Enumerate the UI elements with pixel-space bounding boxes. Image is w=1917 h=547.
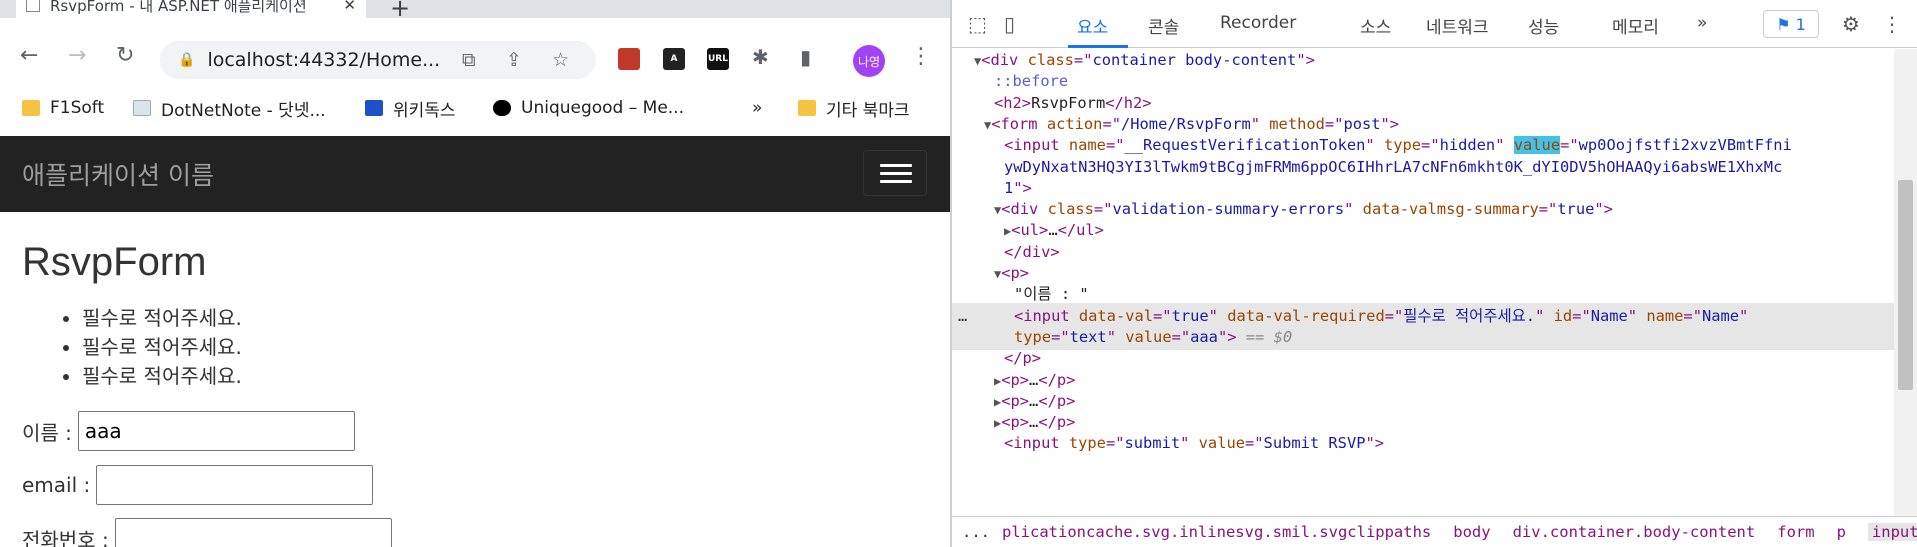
bookmark-f1soft[interactable]: F1Soft: [22, 98, 104, 118]
active-tab-indicator: [1068, 45, 1128, 48]
bookmarks-bar: F1Soft DotNetNote - 닷넷... 위키독스 Uniquegoo…: [0, 90, 950, 126]
bookmark-label: 기타 북마크: [826, 100, 910, 121]
reload-icon[interactable]: ↻: [116, 43, 134, 68]
side-panel-icon[interactable]: ▮: [800, 45, 811, 69]
phone-label: 전화번호 :: [22, 527, 109, 547]
more-tabs-chevron-icon[interactable]: »: [1697, 13, 1707, 33]
browser-window: RsvpForm - 내 ASP.NET 애플리케이션 ✕ + ← → ↻ 🔒 …: [0, 0, 950, 547]
extension-a-icon[interactable]: A: [663, 48, 685, 70]
web-page: 애플리케이션 이름 RsvpForm 필수로 적어주세요. 필수로 적어주세요.…: [0, 136, 950, 547]
issues-flag-icon: ⚑: [1776, 14, 1796, 34]
bookmark-label: Uniquegood – Me...: [521, 98, 684, 118]
elements-scrollbar[interactable]: [1894, 49, 1917, 516]
validation-summary: 필수로 적어주세요. 필수로 적어주세요. 필수로 적어주세요.: [60, 304, 242, 391]
phone-row: 전화번호 :: [22, 518, 392, 547]
phone-input[interactable]: [114, 518, 392, 547]
breadcrumb-item[interactable]: p: [1837, 523, 1846, 541]
scroll-thumb[interactable]: [1898, 180, 1913, 390]
bookmark-label: 위키독스: [393, 100, 456, 121]
email-label: email :: [22, 473, 91, 497]
issues-count: 1: [1795, 14, 1806, 34]
page-title: RsvpForm: [22, 240, 207, 284]
tab-recorder[interactable]: Recorder: [1220, 13, 1296, 33]
hamburger-menu-icon[interactable]: [863, 150, 927, 196]
browser-tab[interactable]: RsvpForm - 내 ASP.NET 애플리케이션 ✕: [16, 0, 366, 18]
tab-title: RsvpForm - 내 ASP.NET 애플리케이션: [50, 0, 307, 15]
tab-sources[interactable]: 소스: [1360, 13, 1391, 38]
node-actions-ellipsis-icon[interactable]: …: [958, 303, 967, 329]
page-favicon-icon: [26, 0, 40, 12]
medium-icon: [493, 100, 511, 116]
bookmark-label: DotNetNote - 닷넷...: [161, 100, 326, 121]
name-label: 이름 :: [22, 420, 72, 445]
address-bar[interactable]: 🔒 localhost:44332/Home... ⧉ ⇪ ☆: [160, 41, 596, 79]
extensions-puzzle-icon[interactable]: ✱: [752, 45, 769, 69]
inspect-element-icon[interactable]: ⬚: [968, 12, 987, 36]
email-row: email :: [22, 465, 374, 505]
email-input[interactable]: [96, 465, 374, 505]
close-tab-icon[interactable]: ✕: [343, 0, 356, 14]
bookmarks-overflow[interactable]: »: [752, 98, 762, 118]
forward-icon[interactable]: →: [68, 43, 86, 68]
tab-strip: RsvpForm - 내 ASP.NET 애플리케이션 ✕ +: [0, 0, 950, 22]
back-icon[interactable]: ←: [20, 43, 38, 68]
extension-url-icon[interactable]: URL: [707, 48, 729, 70]
elements-tree[interactable]: ▼<div class="container body-content">::b…: [952, 49, 1894, 516]
breadcrumb-item[interactable]: body: [1453, 523, 1490, 541]
share-icon[interactable]: ⇪: [506, 49, 522, 71]
bookmark-wikidocs[interactable]: 위키독스: [365, 96, 456, 121]
bookmark-uniquegood[interactable]: Uniquegood – Me...: [493, 98, 684, 118]
site-brand[interactable]: 애플리케이션 이름: [22, 156, 214, 192]
folder-icon: [798, 100, 816, 116]
tab-console[interactable]: 콘솔: [1148, 13, 1179, 38]
profile-avatar[interactable]: 나영: [853, 45, 885, 77]
extension-book-icon[interactable]: [618, 48, 640, 70]
wikidocs-icon: [365, 100, 383, 116]
bookmark-other[interactable]: 기타 북마크: [798, 96, 910, 121]
breadcrumb-item[interactable]: plicationcache.svg.inlinesvg.smil.svgcli…: [1002, 523, 1431, 541]
name-row: 이름 :: [22, 411, 355, 451]
tab-memory[interactable]: 메모리: [1612, 13, 1659, 38]
validation-error: 필수로 적어주세요.: [82, 333, 242, 362]
browser-menu-icon[interactable]: ⋮: [910, 44, 932, 69]
settings-gear-icon[interactable]: ⚙: [1842, 12, 1860, 36]
name-input[interactable]: [77, 411, 355, 451]
devtools-tabbar: ⬚ ▯ 요소 콘솔 Recorder 소스 네트워크 성능 메모리 » ⚑ 1 …: [952, 0, 1917, 48]
dom-node-line[interactable]: <input type="submit" value="Submit RSVP"…: [952, 430, 1894, 456]
validation-error: 필수로 적어주세요.: [82, 362, 242, 391]
dom-breadcrumb: ... plicationcache.svg.inlinesvg.smil.svg…: [952, 516, 1917, 547]
tab-elements[interactable]: 요소: [1077, 13, 1108, 38]
breadcrumb-item[interactable]: form: [1777, 523, 1814, 541]
url-text: localhost:44332/Home...: [207, 49, 441, 71]
bookmark-dotnetnote[interactable]: DotNetNote - 닷넷...: [133, 96, 326, 121]
tab-performance[interactable]: 성능: [1528, 13, 1559, 38]
validation-error: 필수로 적어주세요.: [82, 304, 242, 333]
bookmark-label: F1Soft: [50, 98, 105, 118]
site-navbar: 애플리케이션 이름: [0, 136, 950, 212]
page-icon: [133, 100, 151, 116]
folder-icon: [22, 100, 40, 116]
bookmark-star-icon[interactable]: ☆: [552, 49, 569, 71]
tab-network[interactable]: 네트워크: [1426, 13, 1489, 38]
devtools-panel: ⬚ ▯ 요소 콘솔 Recorder 소스 네트워크 성능 메모리 » ⚑ 1 …: [950, 0, 1917, 547]
open-in-icon[interactable]: ⧉: [462, 49, 476, 71]
issues-badge[interactable]: ⚑ 1: [1763, 10, 1819, 38]
overflow-chevron-icon: »: [752, 98, 763, 118]
device-toolbar-icon[interactable]: ▯: [1004, 12, 1015, 36]
devtools-menu-icon[interactable]: ⋮: [1882, 12, 1902, 36]
breadcrumb-item[interactable]: ...: [962, 523, 990, 541]
lock-icon: 🔒: [178, 52, 196, 68]
breadcrumb-item[interactable]: input#Name: [1867, 523, 1917, 541]
breadcrumb-item[interactable]: div.container.body-content: [1513, 523, 1756, 541]
